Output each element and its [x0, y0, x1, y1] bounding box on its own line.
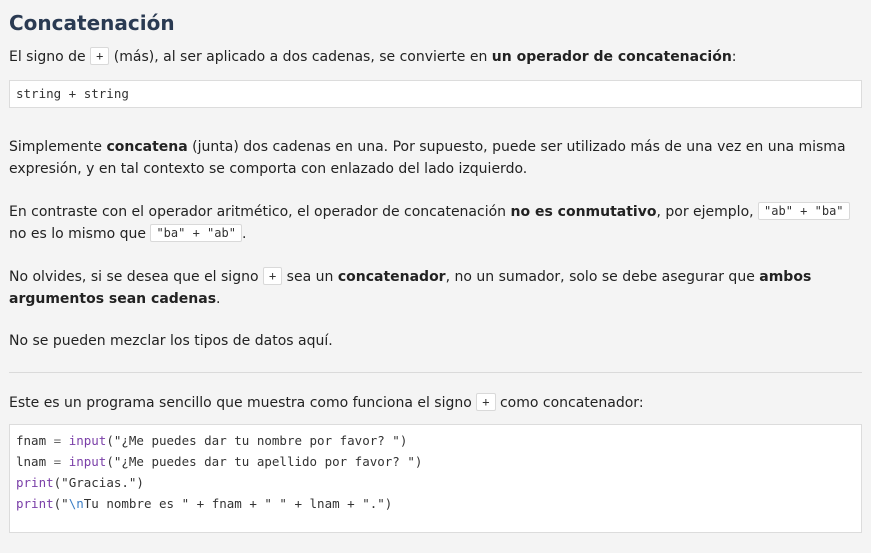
code-line-1: fnam = input("¿Me puedes dar tu nombre p…	[16, 430, 855, 451]
article: Concatenación El signo de + (más), al se…	[0, 0, 871, 533]
code-line-4: print("\nTu nombre es " + fnam + " " + l…	[16, 493, 855, 514]
code-fn: input	[68, 454, 107, 469]
code-line-2: lnam = input("¿Me puedes dar tu apellido…	[16, 451, 855, 472]
code-str: ("	[53, 496, 69, 511]
para3-bold1: concatenador	[337, 269, 446, 285]
code-op: =	[46, 454, 69, 469]
example-code-1: "ab" + "ba"	[758, 202, 850, 220]
code-str: ("¿Me puedes dar tu nombre por favor? ")	[106, 433, 408, 448]
code-escape: \n	[68, 496, 84, 511]
intro-end: :	[731, 49, 737, 65]
intro-text-after: (más), al ser aplicado a dos cadenas, se…	[113, 49, 488, 65]
syntax-code-block: string + string	[9, 80, 862, 108]
intro-paragraph: El signo de + (más), al ser aplicado a d…	[9, 46, 862, 68]
para2-between: no es lo mismo que	[9, 226, 146, 242]
code-var: lnam	[16, 454, 47, 469]
code-str: Tu nombre es " + fnam + " " + lnam + "."…	[83, 496, 393, 511]
paragraph-concatenator-note: No olvides, si se desea que el signo + s…	[9, 266, 862, 310]
intro-text-before: El signo de	[9, 49, 86, 65]
para3-mid1: sea un	[286, 269, 334, 285]
page-title: Concatenación	[9, 11, 175, 35]
intro-bold: un operador de concatenación	[491, 49, 732, 65]
code-op: =	[46, 433, 69, 448]
paragraph-concatenates: Simplemente concatena (junta) dos cadena…	[9, 136, 862, 180]
para2-bold: no es conmutativo	[510, 204, 657, 220]
program-code-block: fnam = input("¿Me puedes dar tu nombre p…	[9, 424, 862, 533]
para2-middle: , por ejemplo,	[656, 204, 754, 220]
paragraph-no-mixing: No se pueden mezclar los tipos de datos …	[9, 333, 333, 349]
para1-bold: concatena	[106, 139, 188, 155]
code-str: ("Gracias.")	[53, 475, 144, 490]
example-code-2: "ba" + "ab"	[150, 224, 242, 242]
paragraph-not-commutative: En contraste con el operador aritmético,…	[9, 201, 862, 245]
para3-mid2: , no un sumador, solo se debe asegurar q…	[445, 269, 755, 285]
code-fn: input	[68, 433, 107, 448]
para3-before: No olvides, si se desea que el signo	[9, 269, 259, 285]
para5-before: Este es un programa sencillo que muestra…	[9, 395, 472, 411]
code-var: fnam	[16, 433, 47, 448]
code-fn: print	[16, 475, 54, 490]
plus-sign-code: +	[90, 47, 110, 65]
code-line-3: print("Gracias.")	[16, 472, 855, 493]
para2-before: En contraste con el operador aritmético,…	[9, 204, 507, 220]
para1-before: Simplemente	[9, 139, 103, 155]
syntax-code: string + string	[16, 86, 129, 101]
plus-sign-code: +	[476, 393, 496, 411]
code-fn: print	[16, 496, 54, 511]
para5-after: como concatenador:	[499, 395, 644, 411]
code-str: ("¿Me puedes dar tu apellido por favor? …	[106, 454, 423, 469]
para2-end: .	[241, 226, 247, 242]
plus-sign-code: +	[262, 267, 283, 285]
divider	[9, 372, 862, 373]
para3-end: .	[216, 291, 221, 307]
paragraph-program-intro: Este es un programa sencillo que muestra…	[9, 392, 862, 414]
